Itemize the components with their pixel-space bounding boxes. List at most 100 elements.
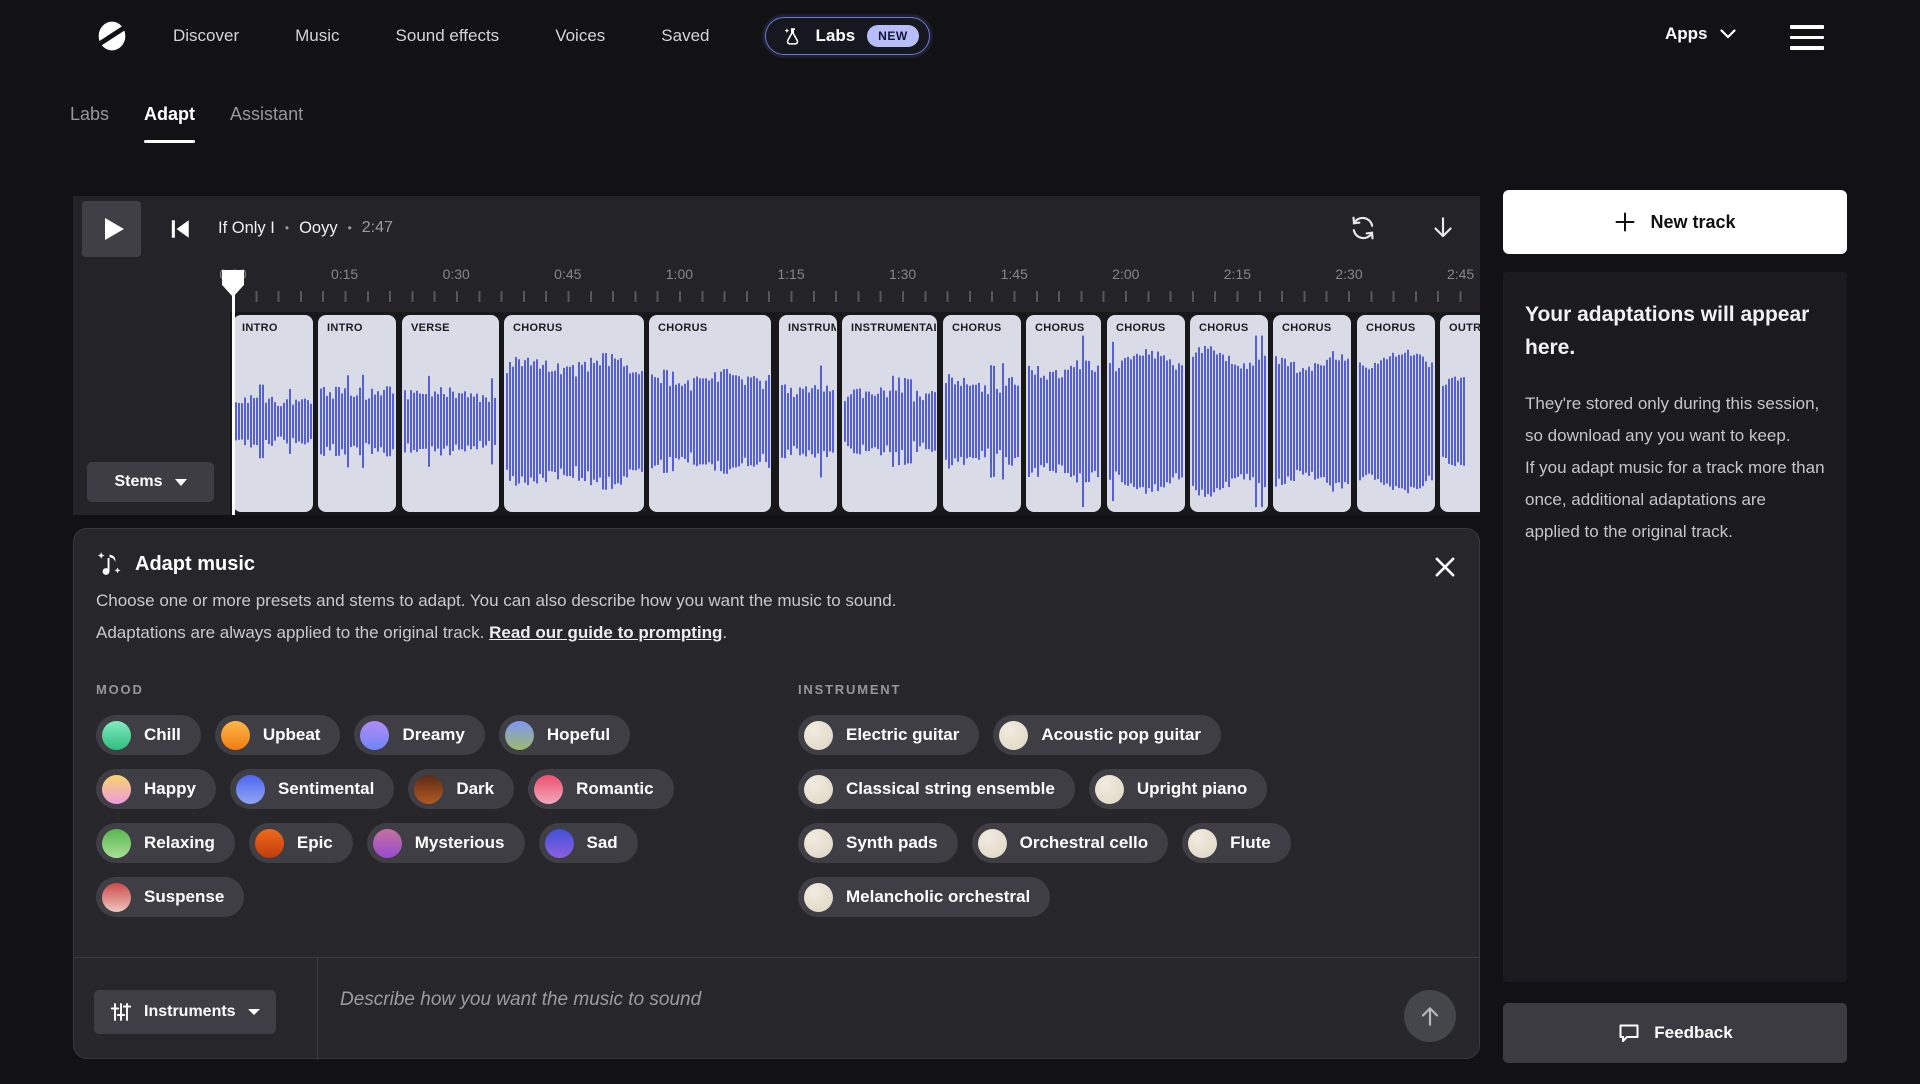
segment-chorus-8[interactable]: CHORUS [1026, 315, 1101, 512]
timeline-ticks [233, 291, 1480, 302]
nav-item-voices[interactable]: Voices [555, 26, 605, 46]
hamburger-menu-icon[interactable] [1790, 25, 1824, 50]
play-button[interactable] [82, 201, 141, 257]
instrument-section-label: INSTRUMENT [798, 682, 901, 697]
mood-chip-dark[interactable]: Dark [408, 769, 514, 809]
time-label-1-45: 1:45 [1001, 266, 1028, 282]
mood-chip-epic[interactable]: Epic [249, 823, 353, 863]
segment-chorus-7[interactable]: CHORUS [943, 315, 1021, 512]
mood-chip-romantic[interactable]: Romantic [528, 769, 673, 809]
chip-label: Flute [1230, 833, 1271, 853]
time-label-0-30: 0:30 [443, 266, 470, 282]
adaptations-empty-state: Your adaptations will appear here. They'… [1503, 272, 1847, 982]
mood-chip-sad[interactable]: Sad [539, 823, 638, 863]
tab-adapt[interactable]: Adapt [144, 104, 195, 143]
nav-item-sound-effects[interactable]: Sound effects [396, 26, 500, 46]
submit-prompt-button[interactable] [1404, 990, 1456, 1042]
tab-labs[interactable]: Labs [70, 104, 109, 143]
instrument-chip-melancholic-orchestral[interactable]: Melancholic orchestral [798, 877, 1050, 917]
mood-chip-mysterious[interactable]: Mysterious [367, 823, 525, 863]
separator-dot: • [285, 221, 289, 235]
segment-chorus-12[interactable]: CHORUS [1357, 315, 1435, 512]
playhead-line [232, 274, 235, 515]
track-title: If Only I [218, 219, 275, 238]
segment-verse-2[interactable]: VERSE [402, 315, 499, 512]
feedback-button[interactable]: Feedback [1503, 1003, 1847, 1063]
segment-chorus-3[interactable]: CHORUS [504, 315, 644, 512]
chevron-down-icon [1720, 29, 1736, 39]
instrument-chip-orchestral-cello[interactable]: Orchestral cello [972, 823, 1169, 863]
segment-chorus-9[interactable]: CHORUS [1107, 315, 1185, 512]
segment-chorus-11[interactable]: CHORUS [1273, 315, 1351, 512]
chip-label: Electric guitar [846, 725, 959, 745]
chip-label: Hopeful [547, 725, 610, 745]
instrument-chip-upright-piano[interactable]: Upright piano [1089, 769, 1267, 809]
mood-chip-happy[interactable]: Happy [96, 769, 216, 809]
skip-back-button[interactable] [168, 217, 192, 241]
adapt-description-line1: Choose one or more presets and stems to … [96, 591, 896, 611]
mood-chip-suspense[interactable]: Suspense [96, 877, 244, 917]
prompting-guide-link[interactable]: Read our guide to prompting [489, 623, 722, 642]
segment-intro-1[interactable]: INTRO [318, 315, 396, 512]
time-label-2-00: 2:00 [1112, 266, 1139, 282]
epidemic-sound-logo-icon[interactable] [96, 20, 128, 52]
mood-chip-row: Suspense [96, 877, 674, 917]
mood-chip-row: Relaxing Epic Mysterious Sad [96, 823, 674, 863]
download-button[interactable] [1429, 214, 1457, 242]
chip-color-swatch [534, 775, 563, 804]
mood-chip-relaxing[interactable]: Relaxing [96, 823, 235, 863]
instrument-chip-synth-pads[interactable]: Synth pads [798, 823, 958, 863]
chip-label: Dreamy [402, 725, 464, 745]
waveform [402, 315, 499, 512]
chip-color-swatch [102, 775, 131, 804]
chip-color-swatch [255, 829, 284, 858]
segment-intro-0[interactable]: INTRO [233, 315, 313, 512]
labs-nav-button[interactable]: LabsNEW [765, 17, 929, 55]
mood-chip-chill[interactable]: Chill [96, 715, 201, 755]
instrument-chip-flute[interactable]: Flute [1182, 823, 1291, 863]
instruments-dropdown[interactable]: Instruments [94, 990, 276, 1034]
time-label-2-15: 2:15 [1224, 266, 1251, 282]
player-section: INTROINTROVERSECHORUSCHORUSINSTRUMENTALI… [73, 196, 1480, 515]
music-note-sparkle-icon [96, 551, 123, 578]
chip-color-swatch [102, 883, 131, 912]
segment-instrumental-6[interactable]: INSTRUMENTAL [842, 315, 937, 512]
segment-label: CHORUS [1035, 322, 1084, 334]
prompt-input[interactable] [340, 980, 1380, 1020]
mood-chip-upbeat[interactable]: Upbeat [215, 715, 341, 755]
waveform [233, 315, 313, 512]
stems-dropdown[interactable]: Stems [87, 462, 214, 502]
instrument-chip-acoustic-pop-guitar[interactable]: Acoustic pop guitar [993, 715, 1221, 755]
time-label-0-45: 0:45 [554, 266, 581, 282]
track-artist: Ooyy [299, 219, 338, 238]
mood-chip-sentimental[interactable]: Sentimental [230, 769, 394, 809]
chip-color-swatch [360, 721, 389, 750]
adapt-panel-header: Adapt music [96, 551, 255, 578]
chip-label: Orchestral cello [1020, 833, 1149, 853]
segment-label: CHORUS [952, 322, 1001, 334]
segment-chorus-10[interactable]: CHORUS [1190, 315, 1268, 512]
segment-outro-13[interactable]: OUTRO [1440, 315, 1480, 512]
mood-chip-hopeful[interactable]: Hopeful [499, 715, 630, 755]
chip-label: Mysterious [415, 833, 505, 853]
instrument-chip-electric-guitar[interactable]: Electric guitar [798, 715, 979, 755]
instrument-chip-classical-string-ensemble[interactable]: Classical string ensemble [798, 769, 1075, 809]
segment-label: CHORUS [513, 322, 562, 334]
new-track-button[interactable]: New track [1503, 190, 1847, 254]
waveform [318, 315, 396, 512]
segment-chorus-4[interactable]: CHORUS [649, 315, 771, 512]
segment-instrumental-5[interactable]: INSTRUMENTAL [779, 315, 837, 512]
prompt-bar: Instruments [74, 957, 1479, 1059]
instrument-chips: Electric guitar Acoustic pop guitar Classi… [798, 715, 1291, 917]
nav-item-music[interactable]: Music [295, 26, 339, 46]
chip-color-swatch [1095, 775, 1124, 804]
nav-item-saved[interactable]: Saved [661, 26, 709, 46]
chip-label: Epic [297, 833, 333, 853]
loop-button[interactable] [1349, 214, 1377, 242]
apps-menu[interactable]: Apps [1665, 24, 1736, 44]
waveform [1357, 315, 1435, 512]
tab-assistant[interactable]: Assistant [230, 104, 303, 143]
nav-item-discover[interactable]: Discover [173, 26, 239, 46]
mood-chip-dreamy[interactable]: Dreamy [354, 715, 484, 755]
close-icon[interactable] [1431, 553, 1459, 581]
